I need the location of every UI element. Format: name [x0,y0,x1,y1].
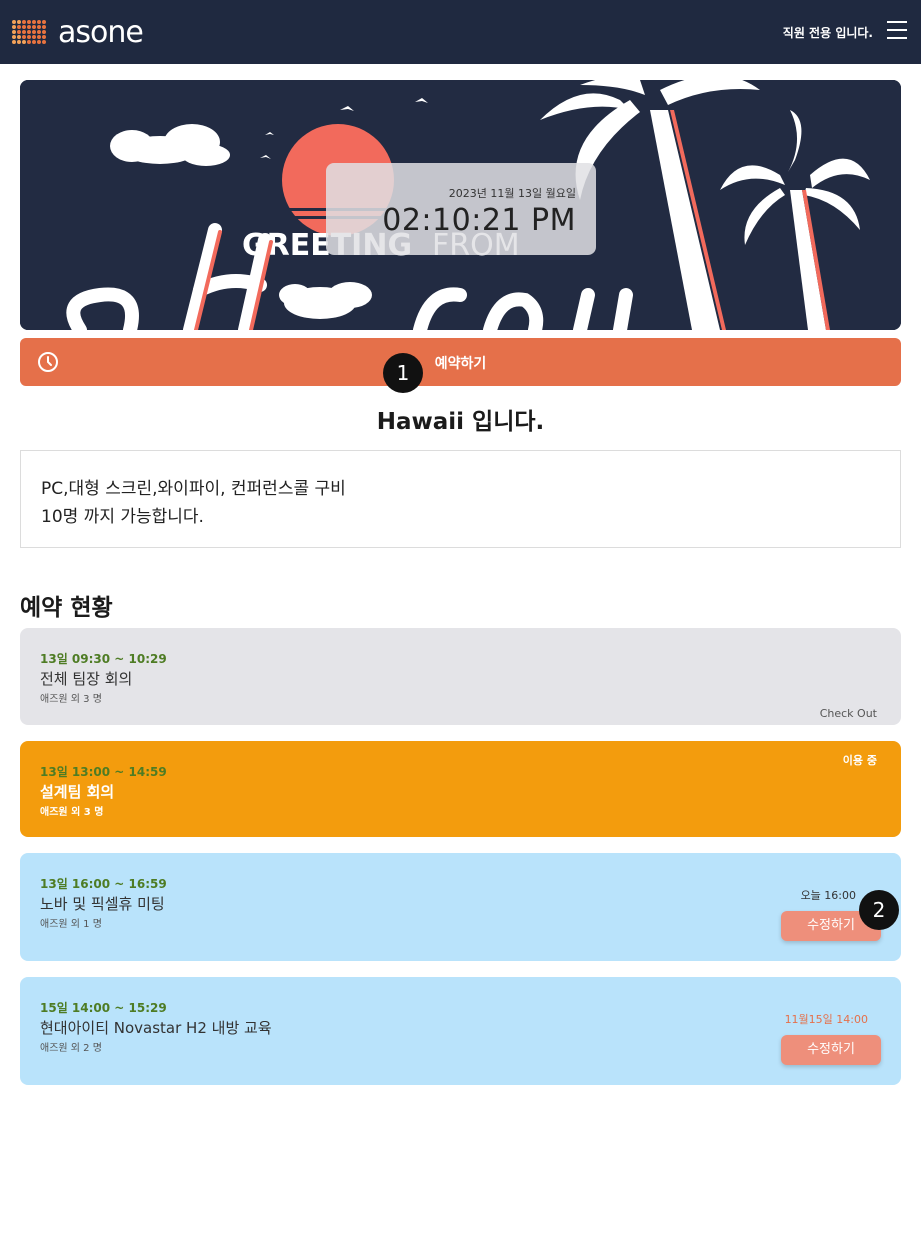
staff-only-label: 직원 전용 입니다. [782,26,873,40]
reservation-time: 13일 16:00 ~ 16:59 [40,877,167,891]
current-time: 02:10:21 PM [382,203,576,238]
current-date: 2023년 11월 13일 월요일 [448,187,576,200]
room-banner: GREETING FROM 2023년 11월 13일 월요일 02:10:21… [20,80,901,330]
reservation-attendees: 애즈원 외 3 명 [40,694,102,705]
reservation-card[interactable]: 13일 09:30 ~ 10:29 전체 팀장 회의 애즈원 외 3 명 Che… [20,628,901,725]
room-title: Hawaii 입니다. [376,409,545,435]
reservation-card[interactable]: 13일 16:00 ~ 16:59 노바 및 픽셀휴 미팅 애즈원 외 1 명 … [20,853,901,961]
clock-panel: 2023년 11월 13일 월요일 02:10:21 PM [326,163,596,255]
room-description-line: 10명 까지 가능합니다. [41,507,204,527]
reservation-status: 이용 중 [842,754,877,767]
reservation-status: Check Out [819,707,877,720]
top-bar: asone 직원 전용 입니다. [0,0,921,64]
annotation-marker-2: 2 [859,890,899,930]
room-description: PC,대형 스크린,와이파이, 컨퍼런스콜 구비 10명 까지 가능합니다. [20,450,901,548]
reservation-time: 13일 09:30 ~ 10:29 [40,652,167,666]
reservation-title: 현대아이티 Novastar H2 내방 교육 [40,1019,272,1037]
reservation-attendees: 애즈원 외 1 명 [40,919,102,930]
reservation-status: 오늘 16:00 [800,889,856,902]
reservation-time: 13일 13:00 ~ 14:59 [40,765,167,779]
reservation-attendees: 애즈원 외 2 명 [40,1043,102,1054]
hamburger-menu-icon[interactable] [887,21,907,39]
edit-reservation-button[interactable]: 수정하기 [781,1035,881,1065]
reservation-card[interactable]: 15일 14:00 ~ 15:29 현대아이티 Novastar H2 내방 교… [20,977,901,1085]
reserve-button-label: 예약하기 [434,356,487,372]
reservation-title: 노바 및 픽셀휴 미팅 [40,895,165,913]
brand-logo[interactable]: asone [12,14,144,50]
reservation-status-title: 예약 현황 [20,595,113,621]
logo-text: asone [58,14,144,50]
reservation-attendees: 애즈원 외 3 명 [40,807,104,818]
reservation-title: 설계팀 회의 [40,783,115,801]
reservation-card[interactable]: 13일 13:00 ~ 14:59 설계팀 회의 애즈원 외 3 명 이용 중 [20,741,901,837]
logo-dots-icon [12,17,50,47]
room-description-line: PC,대형 스크린,와이파이, 컨퍼런스콜 구비 [41,479,346,499]
reservation-status: 11월15일 14:00 [784,1013,868,1026]
annotation-marker-1: 1 [383,353,423,393]
reservation-title: 전체 팀장 회의 [40,670,133,688]
reservation-time: 15일 14:00 ~ 15:29 [40,1001,167,1015]
reserve-button[interactable]: 예약하기 [20,338,901,386]
